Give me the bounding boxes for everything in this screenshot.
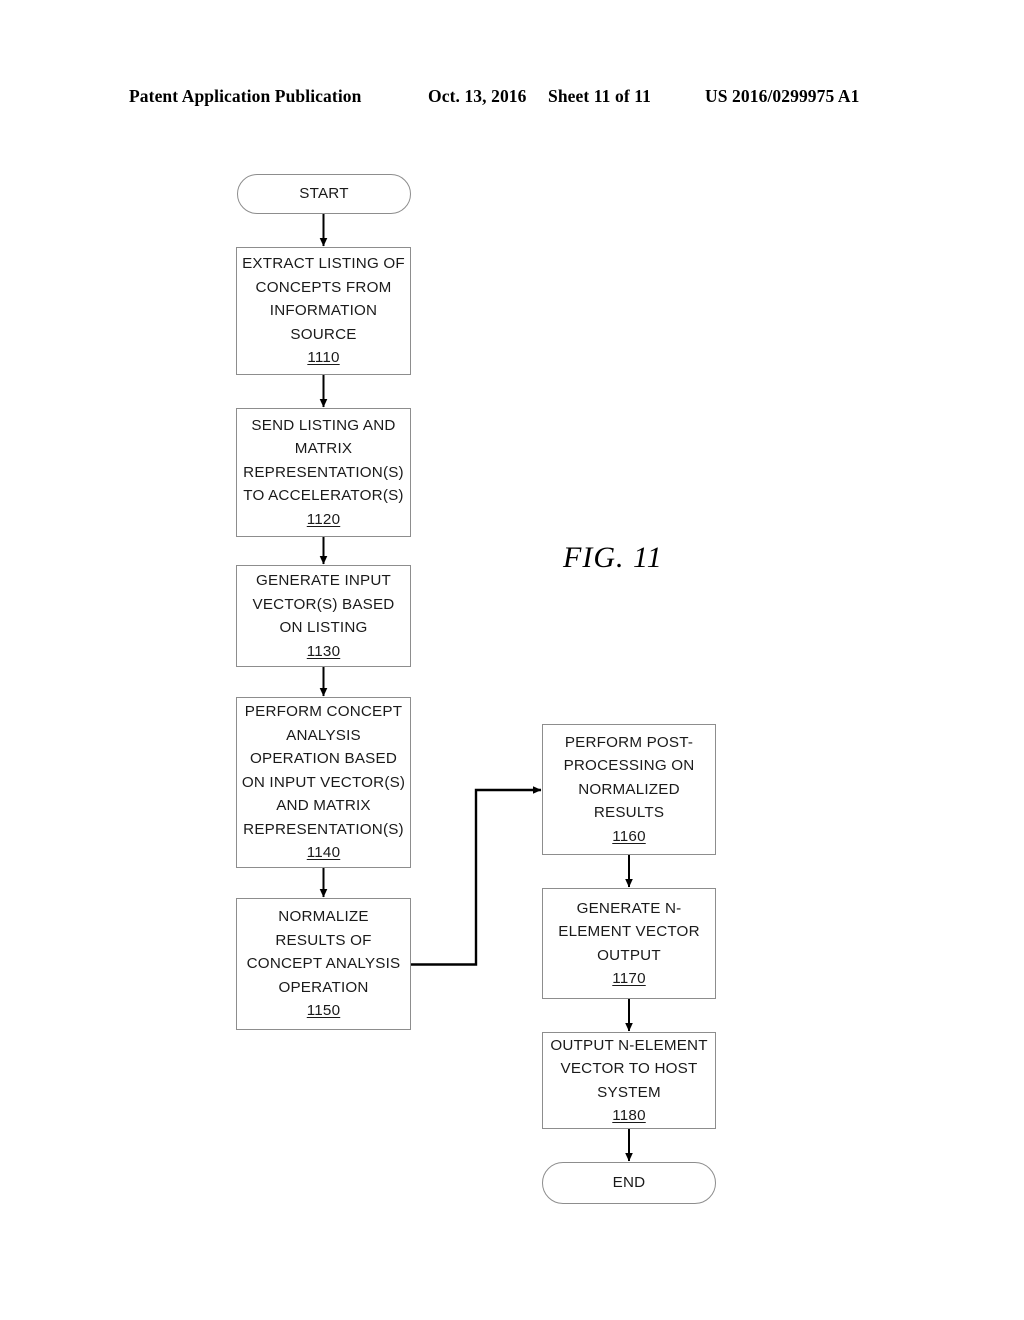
node-label: NORMALIZE RESULTS OF CONCEPT ANALYSIS OP… <box>246 908 401 996</box>
node-reference-number: 1140 <box>306 844 341 862</box>
header-publication-label: Patent Application Publication <box>129 86 362 106</box>
flowchart-connectors <box>319 214 633 1162</box>
flowchart-node-end[interactable]: END <box>542 1162 716 1204</box>
node-label: PERFORM POST- PROCESSING ON NORMALIZED R… <box>563 733 695 822</box>
node-label: SEND LISTING AND MATRIX REPRESENTATION(S… <box>243 416 404 505</box>
node-reference-number: 1170 <box>612 970 646 987</box>
node-label: PERFORM CONCEPT ANALYSIS OPERATION BASED… <box>241 703 406 838</box>
node-reference-number: 1130 <box>306 642 341 660</box>
header-date-label: Oct. 13, 2016 <box>428 86 527 106</box>
flowchart-node-1120[interactable]: SEND LISTING AND MATRIX REPRESENTATION(S… <box>236 408 411 537</box>
node-reference-number: 1160 <box>612 827 646 845</box>
node-label: OUTPUT N-ELEMENT VECTOR TO HOST SYSTEM <box>550 1036 708 1101</box>
connector-1150-to-1160 <box>411 786 542 966</box>
node-label: GENERATE N- ELEMENT VECTOR OUTPUT <box>558 899 700 964</box>
flowchart-node-1170[interactable]: GENERATE N- ELEMENT VECTOR OUTPUT 1170 <box>542 888 716 999</box>
node-reference-number: 1110 <box>307 349 340 367</box>
header-document-number: US 2016/0299975 A1 <box>705 86 860 106</box>
node-label: END <box>612 1174 646 1192</box>
node-reference-number: 1120 <box>306 510 341 528</box>
patent-header: Patent Application Publication Oct. 13, … <box>0 86 1024 110</box>
flowchart-node-1180[interactable]: OUTPUT N-ELEMENT VECTOR TO HOST SYSTEM 1… <box>542 1032 716 1129</box>
flowchart-node-1130[interactable]: GENERATE INPUT VECTOR(S) BASED ON LISTIN… <box>236 565 411 667</box>
node-reference-number: 1150 <box>306 1002 341 1020</box>
flowchart-node-1140[interactable]: PERFORM CONCEPT ANALYSIS OPERATION BASED… <box>236 697 411 868</box>
node-label: START <box>299 185 349 203</box>
flowchart-node-start[interactable]: START <box>237 174 411 214</box>
flowchart-node-1150[interactable]: NORMALIZE RESULTS OF CONCEPT ANALYSIS OP… <box>236 898 411 1030</box>
flowchart-node-1160[interactable]: PERFORM POST- PROCESSING ON NORMALIZED R… <box>542 724 716 855</box>
figure-label: FIG. 11 <box>563 541 663 574</box>
node-label: GENERATE INPUT VECTOR(S) BASED ON LISTIN… <box>252 572 395 636</box>
flowchart-node-1110[interactable]: EXTRACT LISTING OF CONCEPTS FROM INFORMA… <box>236 247 411 375</box>
node-label: EXTRACT LISTING OF CONCEPTS FROM INFORMA… <box>242 255 405 343</box>
node-reference-number: 1180 <box>612 1107 646 1124</box>
header-sheet-label: Sheet 11 of 11 <box>548 86 651 106</box>
